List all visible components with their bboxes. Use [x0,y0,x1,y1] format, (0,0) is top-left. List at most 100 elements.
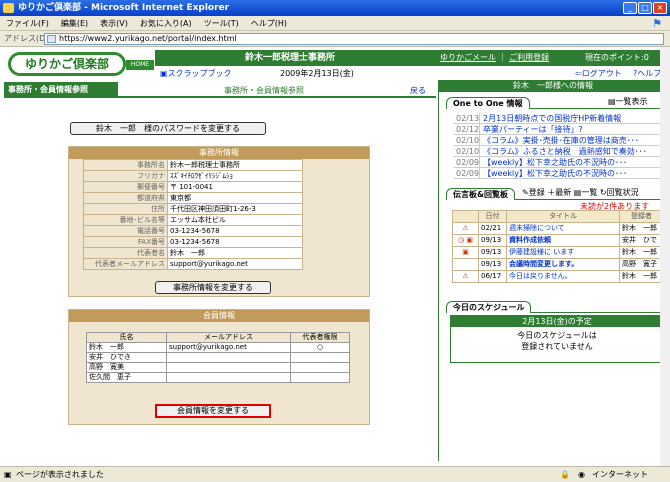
board-user: 鈴木 一郎 [619,222,664,235]
board-list-link[interactable]: 一覧 [581,188,597,197]
menu-help[interactable]: ヘルプ(H) [251,19,287,28]
board-latest-link[interactable]: 最新 [555,188,571,197]
menu-bar: ファイル(F) 編集(E) 表示(V) お気に入り(A) ツール(T) ヘルプ(H) [0,16,670,31]
member-row: 高野 寛美 [86,362,350,373]
minimize-button[interactable]: _ [623,2,637,14]
office-row: フリガナ ｽｽﾞｷｲﾁﾛｳｾﾞｲﾘｼｼﾞﾑｼｮ [83,170,303,182]
office-field-label: 代表者メールアドレス [83,258,168,270]
news-title[interactable]: 2月13日朝時点での国税庁HP新着情報 [480,113,621,123]
news-title[interactable]: 【weekly】松下幸之助氏の不況時の･･･ [480,168,627,178]
tab-board[interactable]: 伝言板&回覧板 [446,188,515,200]
board-status-link[interactable]: 回覧状況 [607,188,639,197]
edit-office-button[interactable]: 事務所情報を変更する [155,281,271,294]
member-admin [290,352,350,363]
office-row: 事務所名 鈴木一郎税理士事務所 [83,159,303,171]
edit-member-button[interactable]: 会員情報を変更する [155,404,271,418]
board-date: 09/13 [478,246,507,259]
left-section-header: 事務所・会員情報参照 事務所・会員情報参照 戻る [4,82,436,98]
office-row: 住所 千代田区神田須田町1-26-3 [83,203,303,215]
news-date: 02/09 [456,168,480,178]
register-link[interactable]: ご利用登録 [509,53,549,62]
warning-icon: ⚠ [452,222,479,235]
back-link[interactable]: 戻る [410,85,426,96]
news-date: 02/10 [456,146,480,156]
office-row: 電話番号 03-1234-5678 [83,225,303,237]
breadcrumb: 事務所・会員情報参照 [224,86,304,95]
news-item[interactable]: 02/09 【weekly】松下幸之助氏の不況時の･･･ [454,157,662,168]
board-row[interactable]: ▣ 09/13 伊藤建設様に います 鈴木 一郎 [452,246,664,259]
help-link[interactable]: ?ヘルプ [633,68,661,79]
office-field-label: FAX番号 [83,236,168,248]
menu-file[interactable]: ファイル(F) [6,19,49,28]
board-col-title: タイトル [506,210,620,223]
board-row[interactable]: ◷ ▣ 09/13 資料作成依頼 安井 ひで [452,234,664,247]
office-name: 鈴木一郎税理士事務所 [245,53,336,63]
news-title[interactable]: 卒業パーティーは「接待」? [480,124,583,134]
office-row: FAX番号 03-1234-5678 [83,236,303,248]
page-title: 事務所・会員情報参照 [4,82,118,98]
board-title[interactable]: 伊藤建設様に います [506,246,620,259]
member-info-title: 会員情報 [69,310,369,322]
home-link[interactable]: HOME [126,60,154,70]
tab-schedule[interactable]: 今日のスケジュール [446,301,532,313]
member-email [166,352,291,363]
news-title[interactable]: 《コラム》ふるさと納税 過熱感知で奏効･･･ [480,146,647,156]
scrapbook-link[interactable]: ▣スクラップブック [160,68,232,79]
windows-flag-icon: ⚑ [652,17,662,30]
news-title[interactable]: 【weekly】松下幸之助氏の不況時の･･･ [480,157,627,167]
schedule-box: 2月13日(金)の予定 今日のスケジュールは 登録されていません [450,315,664,363]
board-title[interactable]: 資料作成依頼 [506,234,620,247]
news-item[interactable]: 02/12 卒業パーティーは「接待」? [454,124,662,135]
menu-favorites[interactable]: お気に入り(A) [140,19,192,28]
col-name: 氏名 [86,332,167,343]
site-logo[interactable]: ゆりかご倶楽部 [8,52,126,76]
mail-link[interactable]: ゆりかごメール [440,53,496,62]
board-row[interactable]: ⚠ 06/17 今日は戻りません。 鈴木 一郎 [452,270,664,283]
board-col-icon [452,210,479,223]
maximize-button[interactable]: □ [638,2,652,14]
office-field-value: ｽｽﾞｷｲﾁﾛｳｾﾞｲﾘｼｼﾞﾑｼｮ [167,170,303,182]
news-item[interactable]: 02/10 《コラム》実掛･売掛･在庫の管理は商売･･･ [454,135,662,146]
member-admin [290,372,350,383]
news-item[interactable]: 02/09 【weekly】松下幸之助氏の不況時の･･･ [454,168,662,179]
office-field-label: 住所 [83,203,168,215]
board-title[interactable]: 今日は戻りません。 [506,270,620,283]
news-date: 02/09 [456,157,480,167]
office-field-value: 鈴木一郎税理士事務所 [167,159,303,171]
list-all-link[interactable]: ▤一覧表示 [608,96,648,107]
menu-view[interactable]: 表示(V) [100,19,128,28]
change-password-button[interactable]: 鈴木 一郎 様のパスワードを変更する [70,122,266,135]
member-email [166,362,291,373]
tab-one-to-one[interactable]: One to One 情報 [446,97,530,109]
close-button[interactable]: × [653,2,667,14]
office-field-label: 番地･ビル名等 [83,214,168,226]
board-title[interactable]: 週末掃除について [506,222,620,235]
news-date: 02/10 [456,135,480,145]
col-admin: 代表者権限 [290,332,350,343]
board-col-user: 登録者 [619,210,664,223]
office-row: 郵便番号〒 101-0041 [83,181,303,193]
board-title[interactable]: 会議時間変更します。 [506,258,620,271]
vertical-scrollbar[interactable] [660,47,670,466]
news-item[interactable]: 02/13 2月13日朝時点での国税庁HP新着情報 [454,113,662,124]
logout-icon: ⇦ [575,69,582,78]
board-tabbar: 伝言板&回覧板 ✎登録 ＋最新 ▤一覧 ↻回覧状況 [446,186,664,200]
news-title[interactable]: 《コラム》実掛･売掛･在庫の管理は商売･･･ [480,135,639,145]
board-row[interactable]: 09/13 会議時間変更します。 高野 寛子 [452,258,664,271]
address-input[interactable]: https://www2.yurikago.net/portal/index.h… [44,33,664,45]
address-label: アドレス(D) [4,34,49,43]
news-list: 02/13 2月13日朝時点での国税庁HP新着情報 02/12 卒業パーティーは「接待… [454,113,662,179]
menu-tools[interactable]: ツール(T) [204,19,239,28]
globe-icon: ◉ [578,470,585,479]
logout-link[interactable]: ⇦ログアウト [575,68,622,79]
board-row[interactable]: ⚠ 02/21 週末掃除について 鈴木 一郎 [452,222,664,235]
member-row: 佐久間 恵子 [86,372,350,383]
board-register-link[interactable]: 登録 [529,188,545,197]
board-table: 日付 タイトル 登録者 ⚠ 02/21 週末掃除について 鈴木 一郎 ◷ ▣ 09/13 資… [452,210,664,283]
menu-edit[interactable]: 編集(E) [61,19,88,28]
news-item[interactable]: 02/10 《コラム》ふるさと納税 過熱感知で奏効･･･ [454,146,662,157]
office-field-value: 鈴木 一郎 [167,247,303,259]
list-all-label: 一覧表示 [615,97,648,106]
office-field-label: 事務所名 [83,159,168,171]
schedule-tabbar: 今日のスケジュール [446,299,664,313]
